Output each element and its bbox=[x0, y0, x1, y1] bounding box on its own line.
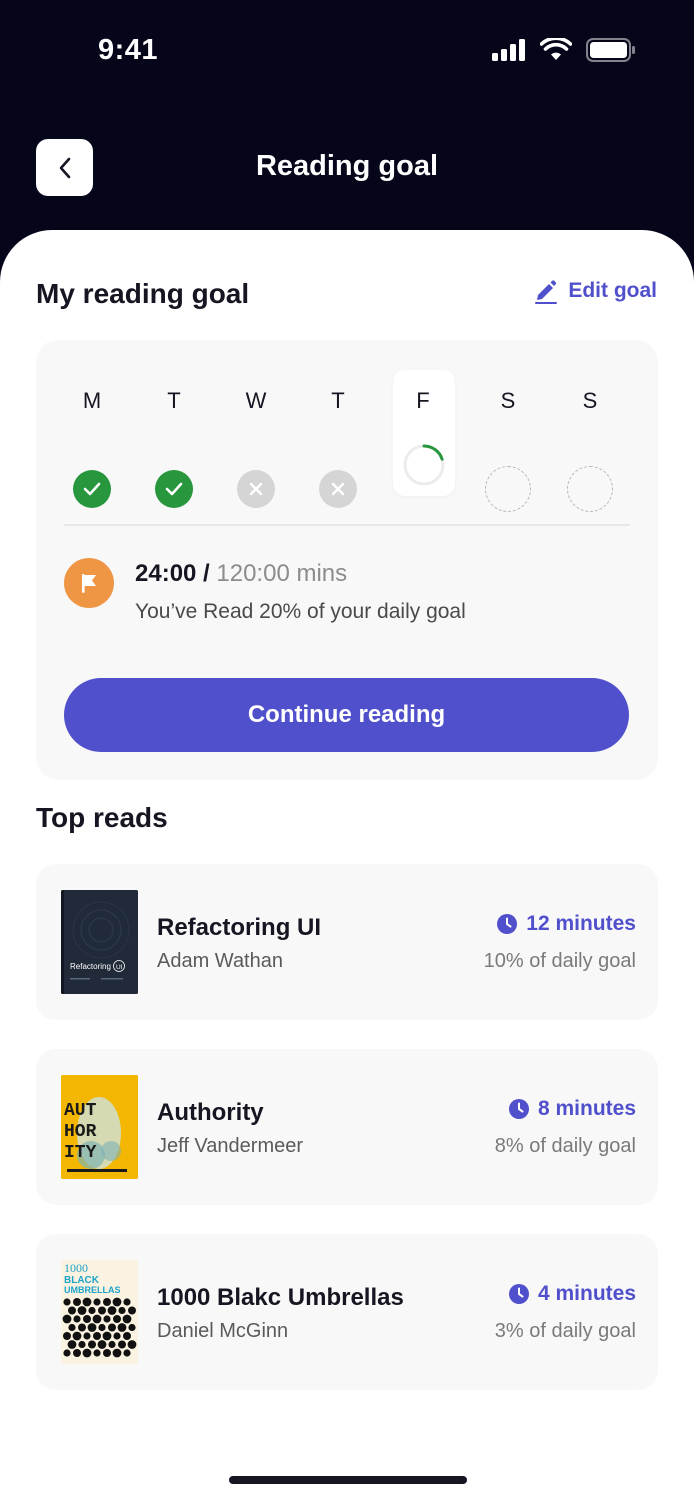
day-status-mon[interactable] bbox=[73, 470, 111, 508]
top-read-card-refactoring-ui[interactable]: Refactoring UI Refactoring UI Adam Watha… bbox=[36, 864, 658, 1020]
day-status-wed[interactable] bbox=[237, 470, 275, 508]
svg-text:UMBRELLAS: UMBRELLAS bbox=[64, 1285, 121, 1295]
day-status-sat[interactable] bbox=[485, 466, 531, 512]
day-label-fri: F bbox=[416, 388, 430, 413]
book-percent: 8% of daily goal bbox=[494, 1135, 636, 1157]
book-cover-art-icon: Refactoring UI bbox=[61, 890, 138, 994]
close-icon bbox=[331, 482, 345, 496]
progress-ring-icon bbox=[403, 444, 445, 486]
svg-text:ITY: ITY bbox=[64, 1143, 97, 1163]
svg-text:UI: UI bbox=[116, 964, 123, 971]
battery-icon bbox=[586, 38, 635, 62]
check-icon bbox=[83, 482, 101, 496]
day-label-mon: M bbox=[82, 388, 102, 413]
wifi-icon bbox=[540, 38, 572, 60]
day-label-tue: T bbox=[167, 388, 181, 413]
progress-total: 120:00 mins bbox=[216, 560, 348, 587]
book-time: 4 minutes bbox=[508, 1282, 636, 1306]
status-icons bbox=[492, 38, 636, 62]
book-title: Refactoring UI bbox=[157, 914, 322, 941]
top-read-card-1000-black-umbrellas[interactable]: 1000 BLACK UMBRELLAS 1000 Blakc Umbrella… bbox=[36, 1234, 658, 1390]
check-icon bbox=[165, 482, 183, 496]
edit-goal-label: Edit goal bbox=[568, 279, 657, 302]
book-cover-art-icon: AUT HOR ITY bbox=[61, 1075, 138, 1179]
goal-section-title: My reading goal bbox=[36, 278, 250, 309]
book-cover: AUT HOR ITY bbox=[61, 1075, 138, 1179]
day-status-fri[interactable] bbox=[401, 442, 447, 488]
main-sheet: My reading goal Edit goal M T W T F S S bbox=[0, 230, 694, 1500]
clock-icon bbox=[508, 1284, 529, 1304]
book-cover: 1000 BLACK UMBRELLAS bbox=[61, 1260, 138, 1364]
top-read-card-authority[interactable]: AUT HOR ITY Authority Jeff Vandermeer 8 … bbox=[36, 1049, 658, 1205]
pencil-icon bbox=[535, 280, 558, 304]
day-label-thu: T bbox=[331, 388, 345, 413]
svg-text:HOR: HOR bbox=[64, 1122, 97, 1142]
top-reads-title: Top reads bbox=[36, 802, 168, 833]
day-label-sun: S bbox=[582, 388, 598, 413]
progress-text: 24:00 / 120:00 mins bbox=[135, 560, 347, 588]
clock-icon bbox=[497, 914, 518, 934]
day-label-wed: W bbox=[245, 388, 267, 413]
book-time-value: 12 minutes bbox=[526, 912, 636, 935]
flag-icon bbox=[64, 558, 114, 608]
continue-reading-button[interactable]: Continue reading bbox=[64, 678, 629, 752]
page-title: Reading goal bbox=[255, 150, 439, 182]
home-indicator[interactable] bbox=[229, 1476, 467, 1484]
cellular-signal-icon bbox=[492, 39, 525, 61]
divider bbox=[64, 524, 630, 526]
day-status-sun[interactable] bbox=[567, 466, 613, 512]
progress-description: You’ve Read 20% of your daily goal bbox=[135, 600, 466, 623]
book-time: 8 minutes bbox=[508, 1097, 636, 1121]
close-icon bbox=[249, 482, 263, 496]
clock-icon bbox=[508, 1099, 529, 1119]
book-time: 12 minutes bbox=[496, 912, 636, 936]
progress-read: 24:00 / bbox=[135, 560, 210, 587]
svg-text:Refactoring: Refactoring bbox=[70, 962, 111, 971]
status-bar: 9:41 bbox=[0, 0, 694, 104]
book-cover-art-icon: 1000 BLACK UMBRELLAS bbox=[61, 1260, 138, 1364]
book-time-value: 4 minutes bbox=[537, 1282, 636, 1305]
svg-text:1000: 1000 bbox=[64, 1261, 88, 1275]
book-author: Daniel McGinn bbox=[157, 1320, 289, 1342]
edit-goal-button[interactable]: Edit goal bbox=[534, 278, 657, 304]
book-author: Jeff Vandermeer bbox=[157, 1135, 304, 1157]
book-title: Authority bbox=[157, 1099, 264, 1126]
svg-text:AUT: AUT bbox=[64, 1101, 97, 1121]
book-cover: Refactoring UI bbox=[61, 890, 138, 994]
book-author: Adam Wathan bbox=[157, 950, 283, 972]
day-status-thu[interactable] bbox=[319, 470, 357, 508]
book-percent: 3% of daily goal bbox=[494, 1320, 636, 1342]
status-time: 9:41 bbox=[98, 34, 159, 66]
day-label-sat: S bbox=[500, 388, 516, 413]
book-title: 1000 Blakc Umbrellas bbox=[157, 1284, 404, 1311]
day-status-tue[interactable] bbox=[155, 470, 193, 508]
goal-card: M T W T F S S 24:00 / 120:00 mins You’ve… bbox=[36, 340, 658, 780]
book-time-value: 8 minutes bbox=[537, 1097, 636, 1120]
book-percent: 10% of daily goal bbox=[483, 950, 636, 972]
